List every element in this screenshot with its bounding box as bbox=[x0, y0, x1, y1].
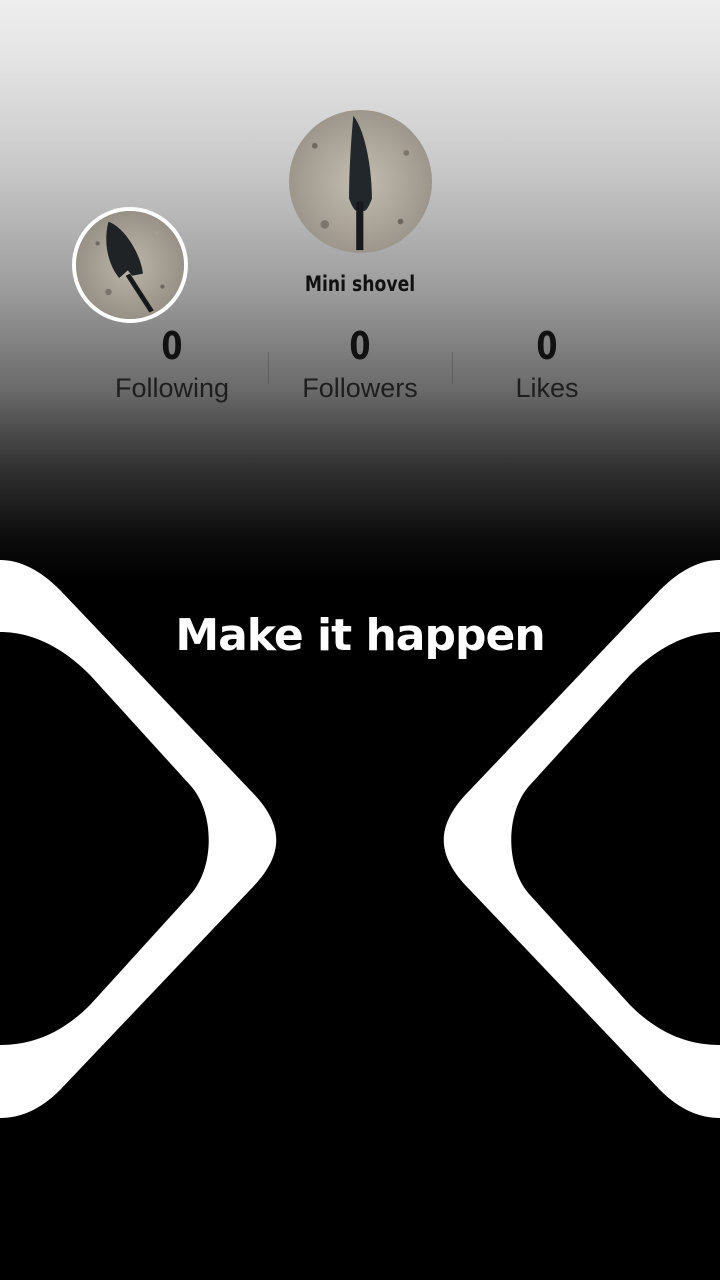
shovel-photo-icon bbox=[289, 110, 432, 253]
following-label: Following bbox=[114, 373, 230, 403]
followers-stat[interactable]: 0 Followers bbox=[260, 323, 460, 405]
avatar-large[interactable] bbox=[289, 110, 432, 253]
profile-username: Mini shovel bbox=[304, 272, 416, 296]
following-stat[interactable]: 0 Following bbox=[72, 323, 272, 405]
avatar-small[interactable] bbox=[72, 207, 188, 323]
followers-count: 0 bbox=[349, 324, 371, 368]
likes-label: Likes bbox=[515, 373, 579, 403]
likes-stat[interactable]: 0 Likes bbox=[447, 323, 647, 405]
following-count: 0 bbox=[161, 324, 183, 368]
likes-count: 0 bbox=[536, 324, 558, 368]
followers-label: Followers bbox=[302, 373, 418, 403]
headline-text: Make it happen bbox=[175, 610, 545, 661]
shovel-photo-icon bbox=[76, 211, 184, 319]
